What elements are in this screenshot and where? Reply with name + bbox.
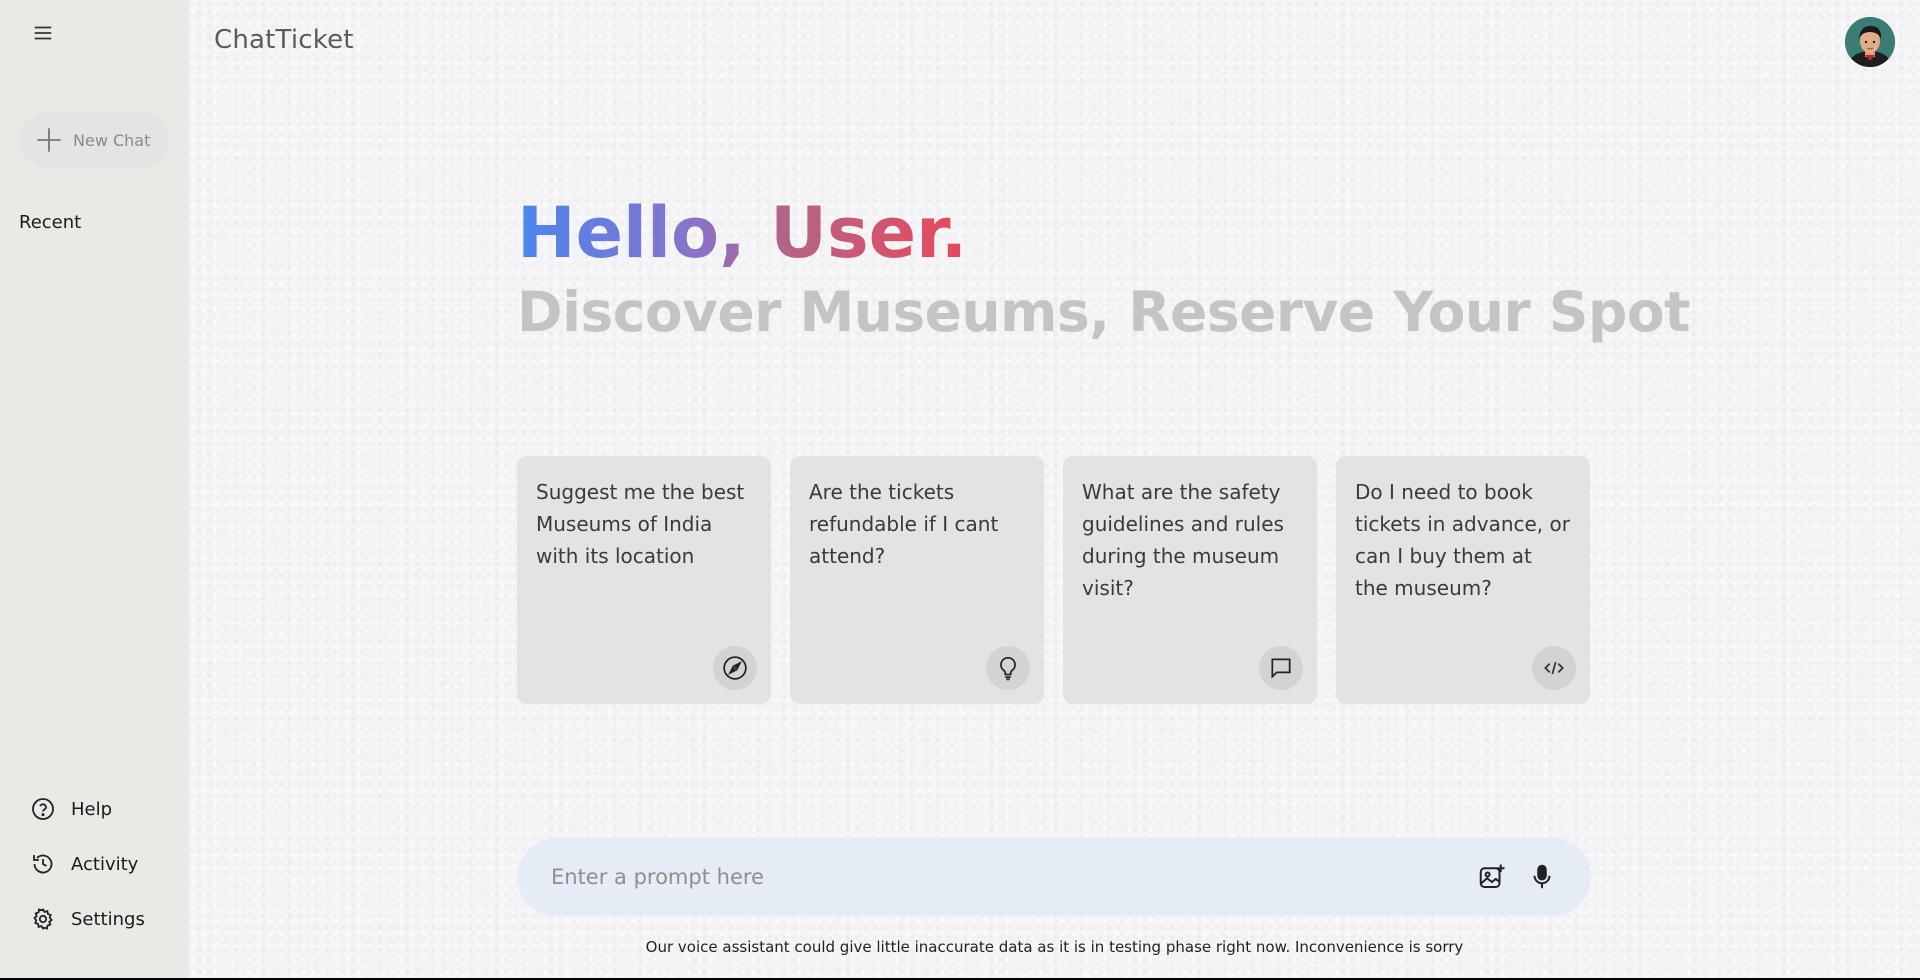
add-image-icon[interactable]: [1477, 862, 1507, 892]
sidebar-item-settings[interactable]: Settings: [31, 904, 145, 934]
card-text: Are the tickets refundable if I cant att…: [809, 480, 999, 568]
prompt-bar: [517, 838, 1591, 916]
suggestion-card[interactable]: What are the safety guidelines and rules…: [1063, 456, 1317, 704]
main-panel: ChatTicket Hello, User. Discover Museums…: [189, 0, 1920, 978]
brand-title: ChatTicket: [214, 25, 354, 55]
sidebar: New Chat Recent Help Activity Settings: [0, 0, 189, 978]
sidebar-item-label: Settings: [71, 908, 145, 930]
history-icon: [33, 854, 53, 874]
disclaimer-text: Our voice assistant could give little in…: [645, 938, 1464, 956]
sidebar-item-label: Help: [71, 798, 113, 820]
user-avatar[interactable]: [1845, 17, 1895, 67]
lightbulb-icon: [986, 646, 1030, 690]
sidebar-item-activity[interactable]: Activity: [31, 849, 138, 879]
sidebar-item-help[interactable]: Help: [31, 794, 112, 824]
suggestion-card[interactable]: Are the tickets refundable if I cant att…: [790, 456, 1044, 704]
new-chat-label: New Chat: [73, 130, 151, 150]
greeting-hello: Hello, User.: [517, 192, 968, 274]
card-text: What are the safety guidelines and rules…: [1082, 480, 1284, 600]
code-icon: [1532, 646, 1576, 690]
card-text: Do I need to book tickets in advance, or…: [1355, 480, 1570, 600]
greeting-title: Hello, User.: [517, 193, 967, 273]
recent-heading: Recent: [19, 212, 82, 233]
menu-icon[interactable]: [30, 22, 56, 44]
help-circle-icon: [32, 798, 54, 820]
new-chat-button[interactable]: New Chat: [19, 111, 169, 169]
gear-icon: [33, 908, 53, 930]
plus-icon: [37, 128, 61, 152]
app-window: New Chat Recent Help Activity Settings C…: [0, 0, 1920, 978]
compass-icon: [713, 646, 757, 690]
suggestion-card[interactable]: Do I need to book tickets in advance, or…: [1336, 456, 1590, 704]
chat-bubble-icon: [1259, 646, 1303, 690]
card-text: Suggest me the best Museums of India wit…: [536, 480, 745, 568]
suggestion-cards: Suggest me the best Museums of India wit…: [517, 456, 1590, 704]
sidebar-item-label: Activity: [71, 853, 139, 875]
microphone-icon[interactable]: [1527, 862, 1557, 892]
suggestion-card[interactable]: Suggest me the best Museums of India wit…: [517, 456, 771, 704]
greeting-subtitle: Discover Museums, Reserve Your Spot: [517, 280, 1690, 344]
prompt-input[interactable]: [551, 865, 1457, 889]
